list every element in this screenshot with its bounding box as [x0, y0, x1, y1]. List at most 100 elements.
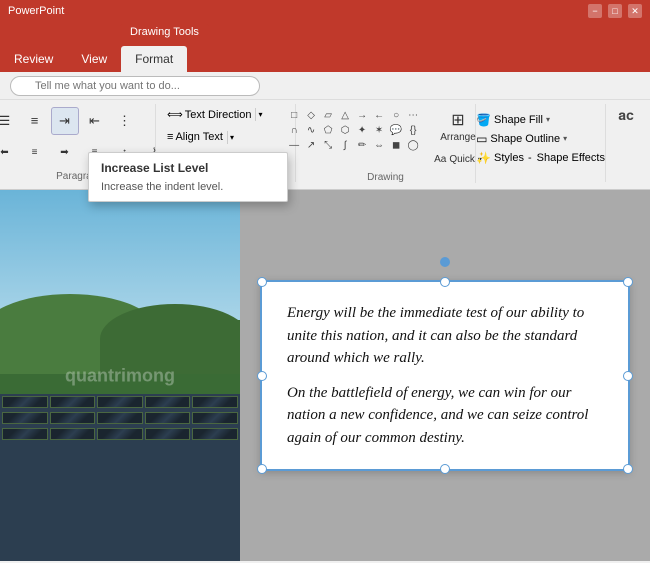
decrease-indent-button[interactable]: ⇤: [81, 107, 109, 135]
solar-cell: [50, 428, 96, 440]
shape-freeform[interactable]: ✏: [354, 138, 370, 152]
list-settings-button[interactable]: ⋮: [111, 107, 139, 135]
slide-panel: quantrimong: [0, 190, 240, 561]
shape-outline-label: Shape Outline: [490, 133, 560, 145]
solar-cell: [50, 396, 96, 408]
window-controls: − □ ✕: [588, 4, 642, 18]
shape-outline-button[interactable]: ▭ Shape Outline ▾: [473, 131, 608, 147]
handle-bc[interactable]: [440, 464, 450, 474]
align-right-button[interactable]: ➡: [51, 139, 79, 167]
tab-view[interactable]: View: [67, 46, 121, 72]
tab-bar: Review View Format: [0, 42, 650, 72]
text-box[interactable]: Energy will be the immediate test of our…: [260, 280, 630, 471]
handle-mr[interactable]: [623, 371, 633, 381]
solar-cell: [97, 396, 143, 408]
solar-cell: [192, 428, 238, 440]
ribbon-group-drawing: □ ◇ ▱ △ → ← ○ ⋯ ∩ ∿ ⬠ ⬡ ✦ ✶ 💬 {} —: [296, 104, 476, 183]
accessibility-button[interactable]: 𝐚𝐜: [612, 104, 640, 127]
shape-triangle[interactable]: △: [337, 108, 353, 122]
shape-star6[interactable]: ✶: [371, 123, 387, 137]
bullet-list-button[interactable]: ☰: [0, 107, 19, 135]
close-button[interactable]: ✕: [628, 4, 642, 18]
text-direction-splitbtn[interactable]: ⟺ Text Direction ▾: [162, 105, 265, 124]
shape-wave[interactable]: ∿: [303, 123, 319, 137]
shape-arrow-r[interactable]: →: [354, 108, 370, 122]
text-direction-label: ⟺ Text Direction: [163, 106, 255, 123]
shape-connector[interactable]: ⤡: [320, 138, 336, 152]
styles-dash: -: [528, 152, 532, 164]
solar-cell: [50, 412, 96, 424]
text-area[interactable]: Energy will be the immediate test of our…: [240, 190, 650, 561]
numbered-list-button[interactable]: ≡: [21, 107, 49, 135]
shape-pentagon[interactable]: ⬠: [320, 123, 336, 137]
shape-parallelogram[interactable]: ▱: [320, 108, 336, 122]
solar-cell: [145, 428, 191, 440]
shape-more[interactable]: ⋯: [405, 108, 421, 122]
solar-row1: [0, 394, 240, 410]
text-direction-row: ⟺ Text Direction ▾: [162, 105, 289, 124]
search-input[interactable]: [10, 76, 260, 96]
shape-curve[interactable]: ∫: [337, 138, 353, 152]
shape-block[interactable]: ◼: [388, 138, 404, 152]
slide-image: quantrimong: [0, 190, 240, 561]
shape-arrow-l[interactable]: ←: [371, 108, 387, 122]
hills-bg: [0, 294, 240, 405]
drawing-label: Drawing: [367, 172, 404, 183]
text-paragraph-1: Energy will be the immediate test of our…: [287, 302, 603, 370]
arrange-icon: ⊞: [451, 110, 464, 130]
main-content: quantrimong Energy will be the immediate…: [0, 190, 650, 561]
handle-tr[interactable]: [623, 277, 633, 287]
tab-review[interactable]: Review: [0, 46, 67, 72]
shape-brace[interactable]: {}: [405, 123, 421, 137]
handle-rotate[interactable]: [440, 257, 450, 267]
shape-line[interactable]: —: [286, 138, 302, 152]
shape-callout[interactable]: 💬: [388, 123, 404, 137]
shape-oval[interactable]: ○: [388, 108, 404, 122]
shapes-grid: □ ◇ ▱ △ → ← ○ ⋯ ∩ ∿ ⬠ ⬡ ✦ ✶ 💬 {} —: [284, 106, 423, 154]
handle-br[interactable]: [623, 464, 633, 474]
shape-effects-button[interactable]: ✨ Styles - Shape Effects: [473, 150, 608, 166]
shape-arc[interactable]: ∩: [286, 123, 302, 137]
shape-rect[interactable]: □: [286, 108, 302, 122]
handle-tc[interactable]: [440, 277, 450, 287]
solar-row3: [0, 426, 240, 442]
shape-eq-arrow[interactable]: ⇔: [371, 138, 387, 152]
tooltip-title: Increase List Level: [89, 159, 287, 179]
tooltip-popup: Increase List Level Increase the indent …: [88, 152, 288, 202]
solar-cell: [97, 428, 143, 440]
search-bar: 🔍: [0, 72, 650, 100]
accessibility-icon: 𝐚𝐜: [618, 107, 634, 124]
shape-ring[interactable]: ◯: [405, 138, 421, 152]
ribbon-far-right: 𝐚𝐜: [606, 104, 646, 127]
solar-cell: [192, 396, 238, 408]
minimize-button[interactable]: −: [588, 4, 602, 18]
shape-outline-icon: ▭: [476, 132, 487, 146]
solar-cell: [145, 412, 191, 424]
shape-fill-label: Shape Fill: [494, 114, 543, 126]
solar-cell: [2, 396, 48, 408]
drawing-tools-label: Drawing Tools: [120, 24, 209, 40]
shape-fill-button[interactable]: 🪣 Shape Fill ▾: [473, 112, 608, 128]
align-left-button[interactable]: ⬅: [0, 139, 19, 167]
handle-tl[interactable]: [257, 277, 267, 287]
align-text-row: ≡ Align Text ▾: [162, 128, 289, 146]
shape-diamond[interactable]: ◇: [303, 108, 319, 122]
align-text-arrow[interactable]: ▾: [227, 131, 236, 144]
shape-effects-label: Shape Effects: [537, 152, 605, 164]
tab-format[interactable]: Format: [121, 46, 187, 72]
maximize-button[interactable]: □: [608, 4, 622, 18]
handle-ml[interactable]: [257, 371, 267, 381]
text-direction-arrow[interactable]: ▾: [255, 108, 264, 121]
list-buttons-row1: ☰ ≡ ⇥ ⇤ ⋮: [0, 107, 169, 135]
shape-format-label: [539, 171, 542, 182]
hill2: [100, 304, 240, 374]
handle-bl[interactable]: [257, 464, 267, 474]
shape-hexagon[interactable]: ⬡: [337, 123, 353, 137]
shape-star4[interactable]: ✦: [354, 123, 370, 137]
align-text-splitbtn[interactable]: ≡ Align Text ▾: [162, 128, 237, 146]
solar-row2: [0, 410, 240, 426]
solar-cell: [145, 396, 191, 408]
align-center-button[interactable]: ≡: [21, 139, 49, 167]
shape-arrow[interactable]: ↗: [303, 138, 319, 152]
increase-indent-button[interactable]: ⇥: [51, 107, 79, 135]
